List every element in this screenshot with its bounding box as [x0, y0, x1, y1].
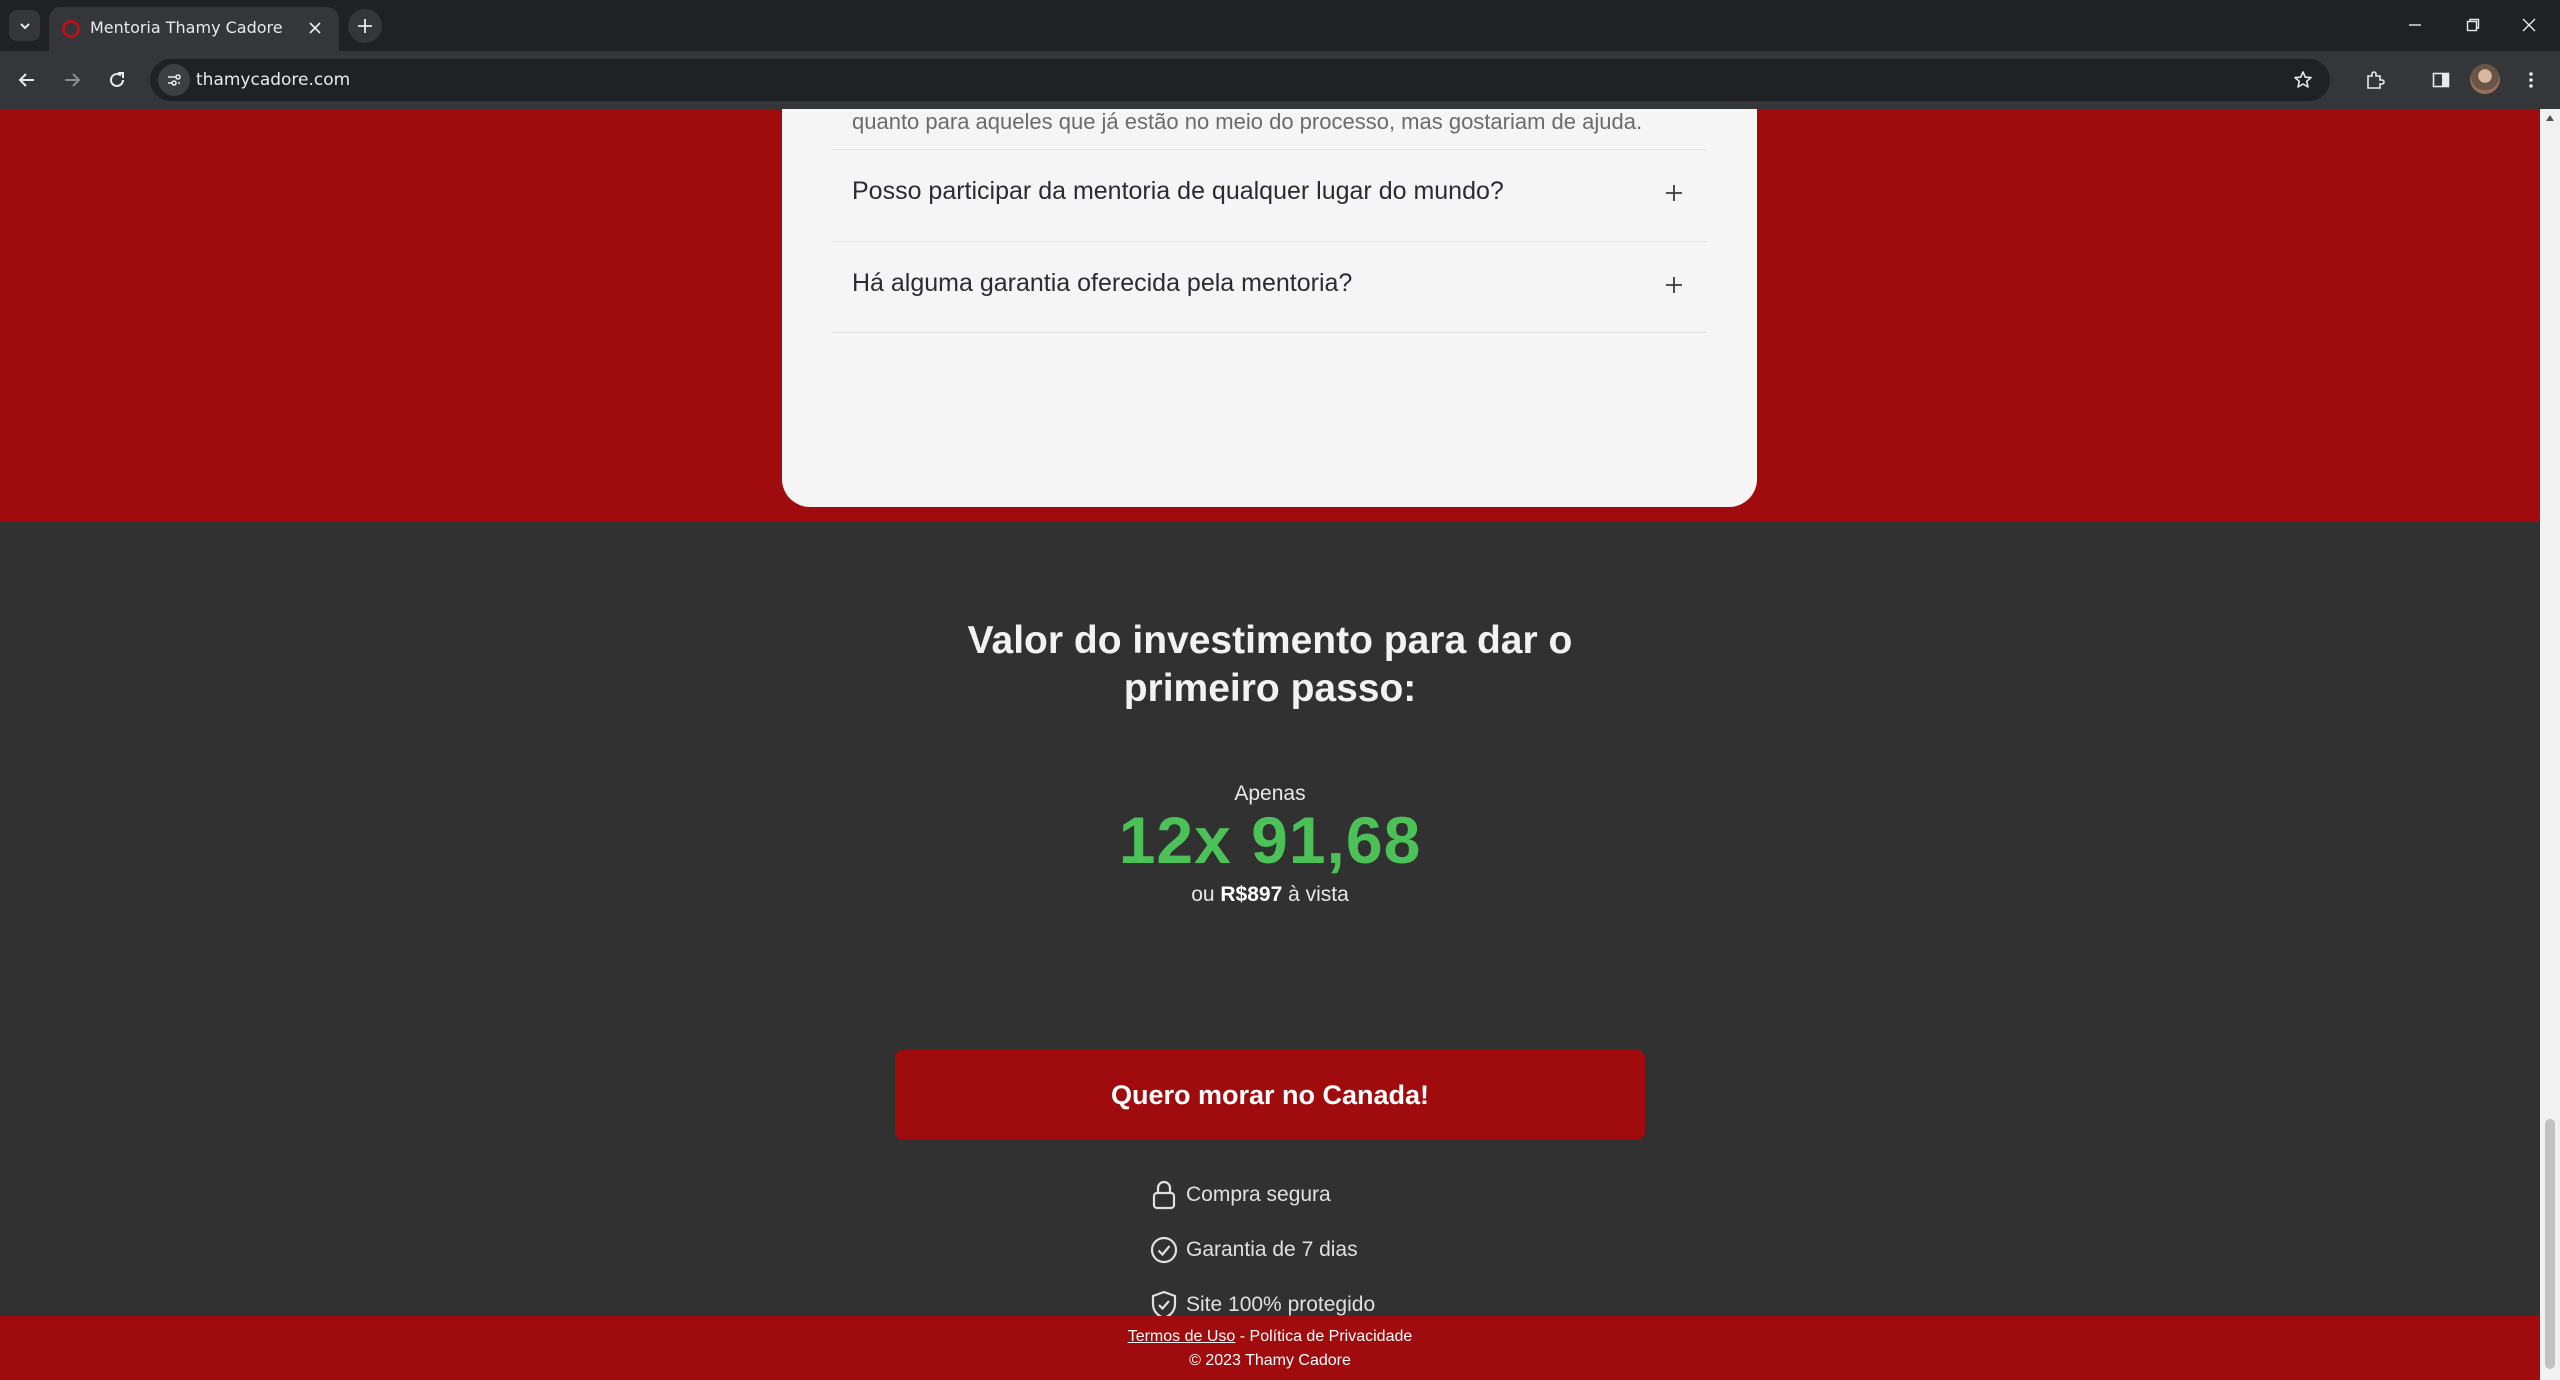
privacy-link[interactable]: Política de Privacidade: [1250, 1328, 1413, 1345]
cash-suffix: à vista: [1282, 883, 1349, 906]
guarantee-badge: Garantia de 7 dias: [1148, 1233, 1358, 1267]
buy-button[interactable]: Quero morar no Canada!: [895, 1050, 1645, 1140]
scrollbar-thumb[interactable]: [2545, 1119, 2555, 1369]
side-panel-button[interactable]: [2424, 63, 2458, 97]
check-circle-icon: [1148, 1234, 1180, 1266]
star-icon: [2294, 71, 2312, 88]
faq-card: quanto para aqueles que já estão no meio…: [782, 109, 1757, 507]
scroll-up-icon[interactable]: [2546, 115, 2554, 121]
cash-price: ou R$897 à vista: [0, 883, 2540, 907]
secure-purchase-badge: Compra segura: [1148, 1178, 1331, 1212]
faq-answer-text: quanto para aqueles que já estão no meio…: [852, 109, 1643, 134]
faq-item[interactable]: Há alguma garantia oferecida pela mentor…: [832, 241, 1707, 333]
badge-label: Garantia de 7 dias: [1186, 1238, 1358, 1261]
investment-section: Valor do investimento para dar o primeir…: [0, 522, 2540, 1325]
plus-icon: [1666, 185, 1682, 201]
cash-value: R$897: [1220, 883, 1283, 906]
copyright: © 2023 Thamy Cadore: [1189, 1352, 1351, 1369]
reload-button[interactable]: [100, 63, 134, 97]
page-scrollbar[interactable]: [2540, 109, 2560, 1380]
site-settings-button[interactable]: [158, 64, 190, 96]
badge-label: Compra segura: [1186, 1183, 1331, 1206]
investment-title-line: Valor do investimento para dar o: [967, 619, 1573, 662]
cash-prefix: ou: [1191, 883, 1221, 906]
minimize-icon: [2409, 24, 2421, 26]
bookmark-button[interactable]: [2290, 67, 2316, 93]
plus-icon: [358, 19, 372, 33]
expand-button[interactable]: [1659, 178, 1689, 208]
page-viewport: quanto para aqueles que já estão no meio…: [0, 109, 2540, 1380]
restore-button[interactable]: [2458, 10, 2488, 40]
tab-title: Mentoria Thamy Cadore: [90, 18, 283, 37]
close-window-button[interactable]: [2514, 10, 2544, 40]
favicon-icon: [62, 20, 80, 38]
browser-menu-button[interactable]: [2514, 63, 2548, 97]
expand-button[interactable]: [1659, 270, 1689, 300]
faq-question: Há alguma garantia oferecida pela mentor…: [852, 269, 1353, 297]
plus-icon: [1666, 277, 1682, 293]
browser-tab-bar: Mentoria Thamy Cadore: [0, 0, 2560, 51]
terms-link[interactable]: Termos de Uso: [1128, 1328, 1236, 1345]
tab-close-button[interactable]: [303, 16, 327, 40]
side-panel-icon: [2432, 72, 2450, 88]
investment-title: Valor do investimento para dar o primeir…: [0, 617, 2540, 713]
puzzle-icon: [2367, 71, 2385, 89]
minimize-button[interactable]: [2400, 10, 2430, 40]
footer-links: Termos de Uso - Política de Privacidade: [0, 1328, 2540, 1346]
tab-search-button[interactable]: [9, 10, 40, 41]
investment-title-line: primeiro passo:: [1123, 667, 1417, 710]
faq-item[interactable]: Posso participar da mentoria de qualquer…: [832, 149, 1707, 241]
address-bar[interactable]: thamycadore.com: [150, 59, 2330, 101]
faq-question: Posso participar da mentoria de qualquer…: [852, 177, 1504, 205]
new-tab-button[interactable]: [348, 9, 382, 43]
back-button[interactable]: [10, 63, 44, 97]
arrow-left-icon: [18, 73, 34, 87]
url-text[interactable]: thamycadore.com: [196, 70, 350, 90]
close-icon: [2522, 18, 2536, 32]
browser-tab[interactable]: Mentoria Thamy Cadore: [49, 7, 339, 51]
browser-toolbar: thamycadore.com: [0, 51, 2560, 109]
arrow-right-icon: [65, 73, 81, 87]
profile-avatar[interactable]: [2470, 64, 2500, 94]
chevron-down-icon: [19, 22, 30, 29]
tune-icon: [168, 74, 181, 86]
installment-price: 12x 91,68: [1118, 803, 1422, 877]
extensions-button[interactable]: [2358, 63, 2392, 97]
faq-section: quanto para aqueles que já estão no meio…: [0, 109, 2540, 522]
more-vert-icon: [2529, 72, 2533, 88]
badge-label: Site 100% protegido: [1186, 1293, 1376, 1316]
footer-separator: -: [1235, 1328, 1250, 1345]
forward-button[interactable]: [55, 63, 89, 97]
reload-icon: [110, 72, 124, 87]
footer: Termos de Uso - Política de Privacidade …: [0, 1316, 2540, 1380]
lock-icon: [1148, 1179, 1180, 1211]
restore-icon: [2466, 18, 2480, 32]
close-icon: [309, 22, 321, 34]
